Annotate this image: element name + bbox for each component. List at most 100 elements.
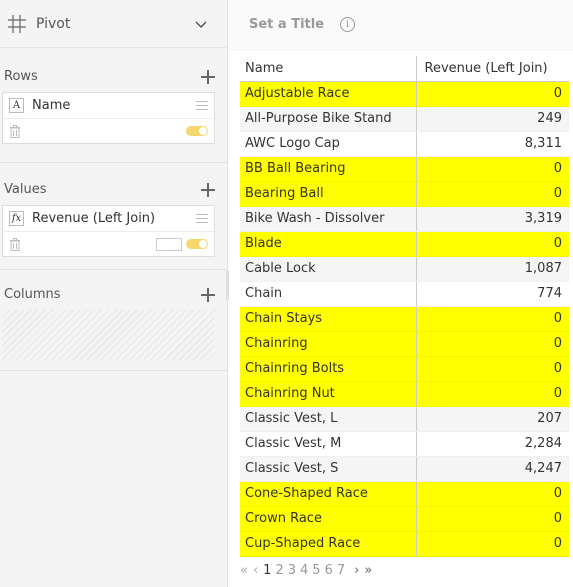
formula-type-icon: fx <box>9 211 24 226</box>
pagination: « ‹ 1234567 › » <box>240 560 377 580</box>
cell-name: Cable Lock <box>240 256 416 282</box>
cell-revenue: 1,087 <box>415 256 569 282</box>
cell-revenue: 0 <box>415 231 569 257</box>
page-number[interactable]: 3 <box>288 563 296 578</box>
table-row[interactable]: Chain Stays 0 <box>240 306 569 332</box>
cell-revenue: 0 <box>415 356 569 382</box>
cell-revenue: 0 <box>415 306 569 332</box>
pivot-config-panel: Pivot Rows A Name Values fx Revenue (Lef… <box>0 0 234 587</box>
page-numbers: 1234567 <box>263 563 349 578</box>
page-number[interactable]: 6 <box>325 563 333 578</box>
cell-revenue: 0 <box>415 506 569 532</box>
columns-section: Columns <box>0 270 227 360</box>
cell-name: Bearing Ball <box>240 181 416 207</box>
table-row[interactable]: Cable Lock 1,087 <box>240 256 569 282</box>
table-row[interactable]: All-Purpose Bike Stand 249 <box>240 106 569 132</box>
drag-handle-icon[interactable] <box>196 214 208 223</box>
table-row[interactable]: Cup-Shaped Race 0 <box>240 531 569 557</box>
cell-name: BB Ball Bearing <box>240 156 416 182</box>
chevron-down-icon[interactable] <box>195 18 207 30</box>
last-page-button[interactable]: » <box>364 563 372 578</box>
table-row[interactable]: Bearing Ball 0 <box>240 181 569 207</box>
table-row[interactable]: Blade 0 <box>240 231 569 257</box>
cell-name: All-Purpose Bike Stand <box>240 106 416 132</box>
cell-revenue: 3,319 <box>415 206 569 232</box>
cell-name: Adjustable Race <box>240 81 416 107</box>
table-row[interactable]: Chainring Nut 0 <box>240 381 569 407</box>
cell-name: Chain Stays <box>240 306 416 332</box>
cell-revenue: 0 <box>415 531 569 557</box>
values-section: Values fx Revenue (Left Join) <box>0 163 227 257</box>
table-row[interactable]: AWC Logo Cap 8,311 <box>240 131 569 157</box>
prev-page-button[interactable]: ‹ <box>253 563 258 578</box>
cell-name: Chain <box>240 281 416 307</box>
trash-icon[interactable] <box>9 237 21 251</box>
table-row[interactable]: Chainring Bolts 0 <box>240 356 569 382</box>
cell-name: Classic Vest, M <box>240 431 416 457</box>
pivot-header[interactable]: Pivot <box>0 0 227 48</box>
cell-name: Classic Vest, S <box>240 456 416 482</box>
column-header-revenue[interactable]: Revenue (Left Join) <box>415 56 569 82</box>
add-row-icon[interactable] <box>201 70 215 84</box>
cell-revenue: 0 <box>415 181 569 207</box>
cell-revenue: 774 <box>415 281 569 307</box>
cell-name: Crown Race <box>240 506 416 532</box>
table-row[interactable]: Classic Vest, M 2,284 <box>240 431 569 457</box>
cell-name: Cone-Shaped Race <box>240 481 416 507</box>
page-number[interactable]: 7 <box>337 563 345 578</box>
value-field-toggle[interactable] <box>186 239 208 249</box>
info-icon[interactable]: i <box>340 17 356 32</box>
value-field-name: Revenue (Left Join) <box>32 211 156 226</box>
next-page-button[interactable]: › <box>354 563 359 578</box>
page-number[interactable]: 1 <box>263 563 271 578</box>
format-box[interactable] <box>156 237 182 251</box>
table-row[interactable]: BB Ball Bearing 0 <box>240 156 569 182</box>
table-row[interactable]: Cone-Shaped Race 0 <box>240 481 569 507</box>
row-field-toggle[interactable] <box>186 126 208 136</box>
columns-drop-zone[interactable] <box>2 310 215 360</box>
cell-name: AWC Logo Cap <box>240 131 416 157</box>
page-number[interactable]: 2 <box>275 563 283 578</box>
row-field-card[interactable]: A Name <box>2 92 215 144</box>
cell-revenue: 0 <box>415 481 569 507</box>
pivot-title: Pivot <box>36 15 71 32</box>
first-page-button[interactable]: « <box>240 563 248 578</box>
cell-revenue: 0 <box>415 156 569 182</box>
rows-section: Rows A Name <box>0 48 227 144</box>
drag-handle-icon[interactable] <box>196 101 208 110</box>
table-header-row: Name Revenue (Left Join) <box>240 56 569 82</box>
cell-revenue: 207 <box>415 406 569 432</box>
cell-name: Chainring Bolts <box>240 356 416 382</box>
table-row[interactable]: Classic Vest, S 4,247 <box>240 456 569 482</box>
add-value-icon[interactable] <box>201 183 215 197</box>
cell-revenue: 0 <box>415 381 569 407</box>
trash-icon[interactable] <box>9 124 21 138</box>
cell-revenue: 2,284 <box>415 431 569 457</box>
cell-revenue: 249 <box>415 106 569 132</box>
table-row[interactable]: Adjustable Race 0 <box>240 81 569 107</box>
table-row[interactable]: Classic Vest, L 207 <box>240 406 569 432</box>
cell-revenue: 0 <box>415 331 569 357</box>
cell-name: Cup-Shaped Race <box>240 531 416 557</box>
pivot-grid-icon <box>8 14 26 33</box>
column-header-name[interactable]: Name <box>240 56 416 82</box>
divider <box>0 370 227 371</box>
add-column-icon[interactable] <box>201 288 215 302</box>
table-row[interactable]: Chain 774 <box>240 281 569 307</box>
values-label: Values <box>4 182 47 197</box>
text-type-icon: A <box>9 98 24 113</box>
pivot-table: Name Revenue (Left Join) Adjustable Race… <box>240 56 569 557</box>
table-row[interactable]: Bike Wash - Dissolver 3,319 <box>240 206 569 232</box>
cell-name: Classic Vest, L <box>240 406 416 432</box>
row-field-name: Name <box>32 98 71 113</box>
cell-name: Chainring <box>240 331 416 357</box>
page-number[interactable]: 4 <box>300 563 308 578</box>
page-number[interactable]: 5 <box>312 563 320 578</box>
table-row[interactable]: Chainring 0 <box>240 331 569 357</box>
chart-title-input[interactable]: Set a Title <box>249 17 324 32</box>
cell-name: Blade <box>240 231 416 257</box>
cell-revenue: 8,311 <box>415 131 569 157</box>
table-row[interactable]: Crown Race 0 <box>240 506 569 532</box>
chart-title-bar: Set a Title i <box>229 0 573 50</box>
value-field-card[interactable]: fx Revenue (Left Join) <box>2 205 215 257</box>
